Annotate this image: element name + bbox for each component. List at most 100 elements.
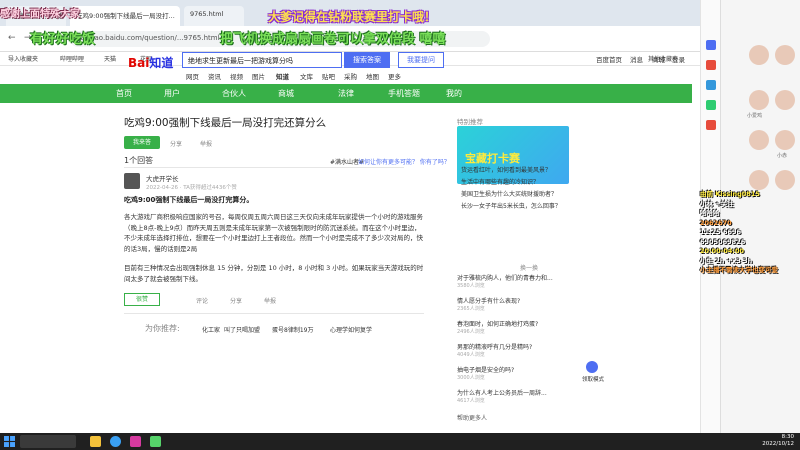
hot-question-meta: 2496人浏览 <box>457 329 485 335</box>
nav-mobile-answer[interactable]: 手机答题 <box>388 88 420 99</box>
answer-count: 1个回答 <box>124 156 154 165</box>
answer-button[interactable]: 我来答 <box>124 136 160 149</box>
avatar[interactable] <box>124 173 140 189</box>
subnav-news[interactable]: 资讯 <box>208 71 221 81</box>
answer-tag-link[interactable]: 如何让你有更多可能？ 你有了吗？ <box>358 157 450 166</box>
recommend-item[interactable]: 心理学如何复学 <box>330 325 372 334</box>
rec-item[interactable]: 长沙一女子年出5米长虫，怎么回事？ <box>461 201 561 210</box>
nav-mine[interactable]: 我的 <box>446 88 462 99</box>
sidebar-icon[interactable] <box>706 60 716 70</box>
rec-item[interactable]: 生活中有哪些有趣的冷知识？ <box>461 177 539 186</box>
overlay-reminder: 大爹记得在钻粉联赛里打卡哦！ <box>268 10 437 24</box>
banner-text: 宝藏打卡赛 <box>465 152 520 165</box>
hot-question[interactable]: 男那的精液呼有几分是精吗? <box>457 342 532 351</box>
chat-overlay: 由前 Kissing0815 小林 +关注 哈哈哈 2062670 11:25 … <box>700 190 800 275</box>
viewer-avatar[interactable] <box>775 130 795 150</box>
divider <box>124 167 404 168</box>
report-answer-link[interactable]: 举报 <box>264 296 276 305</box>
recommend-label: 为你推荐: <box>145 324 180 333</box>
subnav-video[interactable]: 视频 <box>230 71 243 81</box>
back-icon[interactable]: ← <box>8 33 16 43</box>
author-meta: 2022-04-26 · TA获得超过4436个赞 <box>146 185 237 191</box>
taskbar-search[interactable] <box>20 435 76 448</box>
mall-link[interactable]: 商城 <box>652 54 665 64</box>
sidebar-icon[interactable] <box>706 40 716 50</box>
recommend-item[interactable]: 叫了只喝加盟 <box>224 325 260 334</box>
comment-link[interactable]: 评论 <box>196 296 208 305</box>
message-link[interactable]: 消息 <box>630 54 643 64</box>
baidu-logo[interactable]: Bai知道 <box>128 54 173 71</box>
search-input[interactable]: 绝地求生更新最后一把游戏算分吗 <box>182 52 342 68</box>
subnav-web[interactable]: 网页 <box>186 71 199 81</box>
search-button[interactable]: 搜索答案 <box>344 52 390 68</box>
viewer-avatar[interactable] <box>775 170 795 190</box>
nav-users[interactable]: 用户 <box>164 88 180 99</box>
login-link[interactable]: 登录 <box>672 54 685 64</box>
chat-line: 11:25 6696 <box>700 228 742 236</box>
overlay-eat: 有好好吃饭 <box>30 32 96 47</box>
bookmark-tmall[interactable]: 天猫 <box>104 54 116 63</box>
bookmark-import[interactable]: 导入收藏夹 <box>8 54 38 63</box>
taskbar-clock: 8:30 2022/10/12 <box>762 434 794 447</box>
rec-item[interactable]: 美国卫生损为什么大买统财援助者？ <box>461 189 557 198</box>
sidebar-icon[interactable] <box>706 100 716 110</box>
ask-button[interactable]: 我要提问 <box>398 52 444 68</box>
subnav-images[interactable]: 图片 <box>252 71 265 81</box>
nav-home[interactable]: 首页 <box>116 88 132 99</box>
share-answer-link[interactable]: 分享 <box>230 296 242 305</box>
refresh-link[interactable]: 换一换 <box>520 263 538 272</box>
mode-toggle-label: 领取模式 <box>582 377 605 383</box>
app-icon[interactable] <box>130 436 141 447</box>
home-link[interactable]: 百度首页 <box>596 54 622 64</box>
hot-question[interactable]: 抽电子烟是安全的吗? <box>457 365 514 374</box>
viewer-avatar[interactable] <box>775 90 795 110</box>
recommend-item[interactable]: 蛋号8律制19万 <box>272 325 313 334</box>
sidebar-icon[interactable] <box>706 120 716 130</box>
hot-question[interactable]: 对于雅梳内购人，他们的青春力和... <box>457 273 553 282</box>
subnav-caigou[interactable]: 采购 <box>344 71 357 81</box>
hot-question[interactable]: 情人愿分手有什么表现? <box>457 296 520 305</box>
subnav-wenku[interactable]: 文库 <box>300 71 313 81</box>
sidebar-icon[interactable] <box>706 80 716 90</box>
tab-3[interactable]: 9765.html <box>184 6 244 26</box>
baidu-header: Bai知道 绝地求生更新最后一把游戏算分吗 搜索答案 我要提问 百度首页 消息 … <box>0 52 700 84</box>
mode-toggle-icon[interactable] <box>586 361 598 373</box>
report-link[interactable]: 举报 <box>200 139 212 148</box>
author-name[interactable]: 大虎开学长 <box>146 173 179 183</box>
chat-line: 6905069826 <box>700 237 746 246</box>
like-button[interactable]: 很赞 <box>124 293 160 306</box>
hot-question[interactable]: 为什么有人考上公务员后一周辞... <box>457 388 547 397</box>
windows-start-icon[interactable] <box>4 436 15 447</box>
subnav-zhidao[interactable]: 知道 <box>276 71 289 81</box>
subnav-more[interactable]: 更多 <box>388 71 401 81</box>
app-icon[interactable] <box>150 436 161 447</box>
viewer-avatar[interactable] <box>775 45 795 65</box>
tab-2[interactable]: 吃鸡9:00强制下线最后一局没打... <box>70 6 180 26</box>
hot-question-meta: 4049人浏览 <box>457 352 485 358</box>
viewer-avatar[interactable] <box>749 45 769 65</box>
subnav-tieba[interactable]: 贴吧 <box>322 71 335 81</box>
nav-mall[interactable]: 商城 <box>278 88 294 99</box>
answer-paragraph-1: 各大游戏厂商积极响应国家的号召，每周仅周五周六周日这三天仅向未成年玩家提供一个小… <box>124 213 423 253</box>
promo-banner[interactable]: 宝藏打卡赛 <box>457 126 569 184</box>
bookmark-bilibili[interactable]: 哔哩哔哩 <box>60 54 84 63</box>
recommend-item[interactable]: 化工家 <box>202 325 220 334</box>
chat-line: 小林 +关注 <box>700 199 734 208</box>
viewer-avatar[interactable] <box>749 170 769 190</box>
chat-line: 小主播不需读大学也变可爱 <box>700 266 778 274</box>
nav-partner[interactable]: 合伙人 <box>222 88 246 99</box>
nav-law[interactable]: 法律 <box>338 88 354 99</box>
chat-line: 哈哈哈 <box>700 209 720 217</box>
overlay-thanks: 感谢上面特殊大家 <box>0 9 80 20</box>
browser-icon[interactable] <box>110 436 121 447</box>
share-link[interactable]: 分享 <box>170 139 182 148</box>
viewer-name: 小赤 <box>777 153 788 159</box>
explorer-icon[interactable] <box>90 436 101 447</box>
rec-item[interactable]: 货运看红叶，如何看到最美风景？ <box>461 165 551 174</box>
hot-question-meta: 2365人浏览 <box>457 306 485 312</box>
viewer-avatar[interactable] <box>749 90 769 110</box>
subnav-map[interactable]: 地图 <box>366 71 379 81</box>
viewer-avatar[interactable] <box>749 130 769 150</box>
hot-question-meta: 3580人浏览 <box>457 283 485 289</box>
hot-question[interactable]: 春泡面时，如何正确地打鸡蛋? <box>457 319 538 328</box>
